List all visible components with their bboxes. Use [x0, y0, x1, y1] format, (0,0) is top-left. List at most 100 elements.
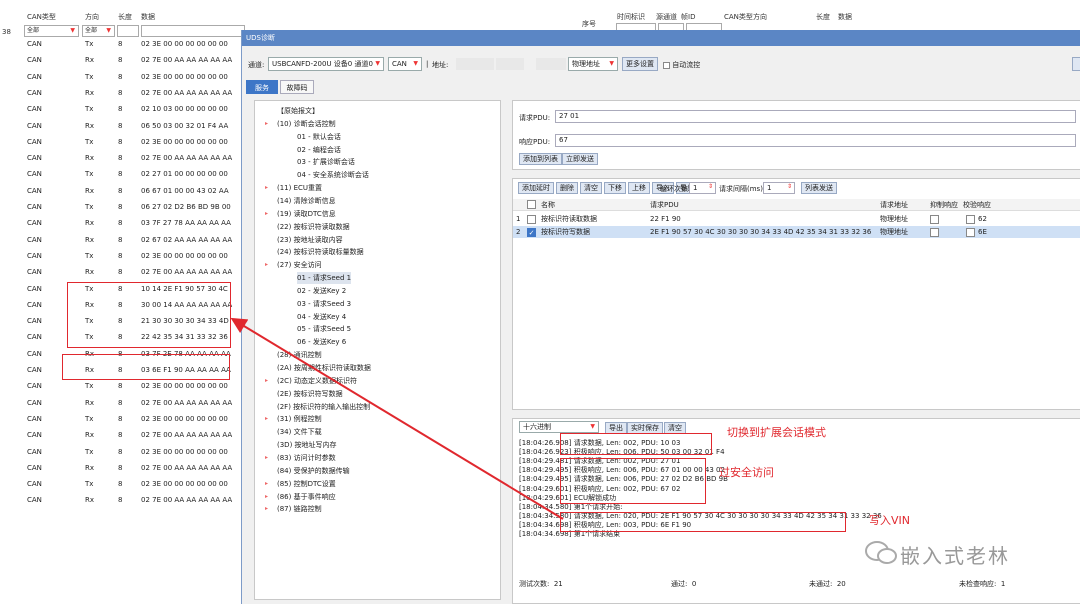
- list-send-button[interactable]: 列表发送: [801, 182, 837, 194]
- more-settings-button[interactable]: 更多设置: [622, 57, 658, 71]
- tree-node[interactable]: ▸(2C) 动态定义数据标识符: [277, 375, 357, 387]
- tree-node[interactable]: 02 - 发送Key 2: [297, 285, 346, 297]
- can-log-row[interactable]: CANRx803 7F 27 78 AA AA AA AA: [0, 215, 245, 231]
- can-log-row[interactable]: CANTx802 3E 00 00 00 00 00 00: [0, 36, 245, 52]
- interval-spinner[interactable]: 1⇕: [763, 182, 795, 194]
- can-log-row[interactable]: CANRx806 67 01 00 00 43 02 AA: [0, 183, 245, 199]
- request-list-row[interactable]: 2✓按标识符写数据2E F1 90 57 30 4C 30 30 30 30 3…: [513, 226, 1080, 238]
- tree-node[interactable]: ▸(27) 安全访问: [277, 259, 322, 271]
- spinner-arrows-icon[interactable]: ⇕: [787, 182, 792, 192]
- tree-node[interactable]: (23) 按地址读取内容: [277, 234, 343, 246]
- can-log-row[interactable]: CANTx802 3E 00 00 00 00 00 00: [0, 134, 245, 150]
- address-input-redacted[interactable]: [456, 58, 494, 70]
- settings-overflow-button[interactable]: [1072, 57, 1080, 71]
- can-log-row[interactable]: CANTx802 3E 00 00 00 00 00 00: [0, 248, 245, 264]
- tree-node[interactable]: ▸(83) 访问计时参数: [277, 452, 336, 464]
- can-log-row[interactable]: CANRx802 7E 00 AA AA AA AA AA: [0, 85, 245, 101]
- tab-fault-code[interactable]: 故障码: [280, 80, 314, 94]
- tree-node[interactable]: ▸(10) 诊断会话控制: [277, 118, 336, 130]
- tree-node[interactable]: ▸(31) 例程控制: [277, 413, 322, 425]
- can-log-row[interactable]: CANTx802 3E 00 00 00 00 00 00: [0, 476, 245, 492]
- tree-node[interactable]: 02 - 编程会话: [297, 144, 341, 156]
- tree-node[interactable]: 03 - 扩展诊断会话: [297, 156, 355, 168]
- expand-arrow-icon[interactable]: ▸: [265, 182, 268, 194]
- can-log-row[interactable]: CANRx802 7E 00 AA AA AA AA AA: [0, 460, 245, 476]
- tree-node[interactable]: ▸(19) 读取DTC信息: [277, 208, 336, 220]
- expand-arrow-icon[interactable]: ▸: [265, 118, 268, 130]
- list-toolbar-button[interactable]: 下移: [604, 182, 626, 194]
- log-format-select[interactable]: 十六进制▼: [519, 421, 599, 433]
- tree-node[interactable]: (2E) 按标识符写数据: [277, 388, 343, 400]
- can-log-row[interactable]: CANTx802 27 01 00 00 00 00 00: [0, 166, 245, 182]
- tree-node[interactable]: 01 - 默认会话: [297, 131, 341, 143]
- tree-node[interactable]: ▸(87) 链路控制: [277, 503, 322, 515]
- check-response-checkbox[interactable]: [966, 228, 975, 237]
- expand-arrow-icon[interactable]: ▸: [265, 503, 268, 515]
- response-pdu-input[interactable]: 67: [555, 134, 1076, 147]
- can-log-row[interactable]: CANRx802 7E 00 AA AA AA AA AA: [0, 395, 245, 411]
- tree-node[interactable]: 04 - 安全系统诊断会话: [297, 169, 369, 181]
- tree-node[interactable]: (84) 受保护的数据传输: [277, 465, 350, 477]
- tree-node[interactable]: ▸(86) 基于事件响应: [277, 491, 336, 503]
- address-type-select[interactable]: 物理地址▼: [568, 57, 618, 71]
- add-to-list-button[interactable]: 添加到列表: [519, 153, 562, 165]
- expand-arrow-icon[interactable]: ▸: [265, 208, 268, 220]
- expand-arrow-icon[interactable]: ▸: [265, 413, 268, 425]
- expand-arrow-icon[interactable]: ▸: [265, 452, 268, 464]
- expand-arrow-icon[interactable]: ▸: [265, 375, 268, 387]
- tree-node[interactable]: ▸(11) ECU重置: [277, 182, 322, 194]
- send-now-button[interactable]: 立即发送: [562, 153, 598, 165]
- tree-node[interactable]: (3D) 按地址写内存: [277, 439, 337, 451]
- can-log-row[interactable]: CANRx802 7E 00 AA AA AA AA AA: [0, 492, 245, 508]
- can-log-row[interactable]: CANRx802 67 02 AA AA AA AA AA: [0, 232, 245, 248]
- can-log-row[interactable]: CANTx806 27 02 D2 B6 BD 9B 00: [0, 199, 245, 215]
- request-pdu-input[interactable]: 27 01: [555, 110, 1076, 123]
- row-checkbox[interactable]: [527, 215, 536, 224]
- spinner-arrows-icon[interactable]: ⇕: [708, 182, 713, 192]
- request-list-row[interactable]: 1按标识符读取数据22 F1 90物理地址62: [513, 213, 1080, 225]
- expand-arrow-icon[interactable]: ▸: [265, 478, 268, 490]
- can-log-row[interactable]: CANRx802 7E 00 AA AA AA AA AA: [0, 150, 245, 166]
- address-input-redacted[interactable]: [496, 58, 524, 70]
- list-toolbar-button[interactable]: 添加延时: [518, 182, 554, 194]
- can-log-row[interactable]: CANTx802 3E 00 00 00 00 00 00: [0, 444, 245, 460]
- tree-node[interactable]: (34) 文件下载: [277, 426, 322, 438]
- auto-flow-checkbox[interactable]: 自动流控: [663, 60, 700, 70]
- tree-node[interactable]: (24) 按标识符读取标量数据: [277, 246, 364, 258]
- address-input-redacted[interactable]: [536, 58, 566, 70]
- tree-node[interactable]: 06 - 发送Key 6: [297, 336, 346, 348]
- can-log-row[interactable]: CANTx802 3E 00 00 00 00 00 00: [0, 378, 245, 394]
- can-log-row[interactable]: CANTx802 10 03 00 00 00 00 00: [0, 101, 245, 117]
- expand-arrow-icon[interactable]: ▸: [265, 491, 268, 503]
- tree-node[interactable]: 05 - 请求Seed 5: [297, 323, 351, 335]
- tree-node[interactable]: 01 - 请求Seed 1: [297, 272, 351, 284]
- can-log-row[interactable]: CANRx806 50 03 00 32 01 F4 AA: [0, 118, 245, 134]
- tree-node[interactable]: 【原始报文】: [277, 105, 319, 117]
- tree-node[interactable]: (2A) 按周期性标识符读取数据: [277, 362, 371, 374]
- can-log-row[interactable]: CANRx802 7E 00 AA AA AA AA AA: [0, 52, 245, 68]
- tree-node[interactable]: (28) 通讯控制: [277, 349, 322, 361]
- list-toolbar-button[interactable]: 删除: [556, 182, 578, 194]
- select-all-checkbox[interactable]: [527, 200, 536, 209]
- expand-arrow-icon[interactable]: ▸: [265, 259, 268, 271]
- can-type-select[interactable]: CAN▼: [388, 57, 422, 71]
- can-log-row[interactable]: CANTx802 3E 00 00 00 00 00 00: [0, 69, 245, 85]
- can-log-row[interactable]: CANRx802 7E 00 AA AA AA AA AA: [0, 427, 245, 443]
- suppress-response-checkbox[interactable]: [930, 228, 939, 237]
- loop-count-spinner[interactable]: 1⇕: [689, 182, 716, 194]
- suppress-response-checkbox[interactable]: [930, 215, 939, 224]
- can-log-row[interactable]: CANRx802 7E 00 AA AA AA AA AA: [0, 264, 245, 280]
- can-log-row[interactable]: CANTx802 3E 00 00 00 00 00 00: [0, 411, 245, 427]
- tree-node[interactable]: (2F) 按标识符的输入输出控制: [277, 401, 370, 413]
- check-response-checkbox[interactable]: [966, 215, 975, 224]
- list-toolbar-button[interactable]: 清空: [580, 182, 602, 194]
- tree-node[interactable]: (22) 按标识符读取数据: [277, 221, 350, 233]
- tree-node[interactable]: 04 - 发送Key 4: [297, 311, 346, 323]
- tree-node[interactable]: ▸(85) 控制DTC设置: [277, 478, 336, 490]
- list-toolbar-button[interactable]: 上移: [628, 182, 650, 194]
- tree-node[interactable]: (14) 清除诊断信息: [277, 195, 336, 207]
- tree-node[interactable]: 03 - 请求Seed 3: [297, 298, 351, 310]
- row-checkbox[interactable]: ✓: [527, 228, 536, 237]
- tab-service[interactable]: 服务: [246, 80, 278, 94]
- channel-select[interactable]: USBCANFD-200U 设备0 通道0▼: [268, 57, 384, 71]
